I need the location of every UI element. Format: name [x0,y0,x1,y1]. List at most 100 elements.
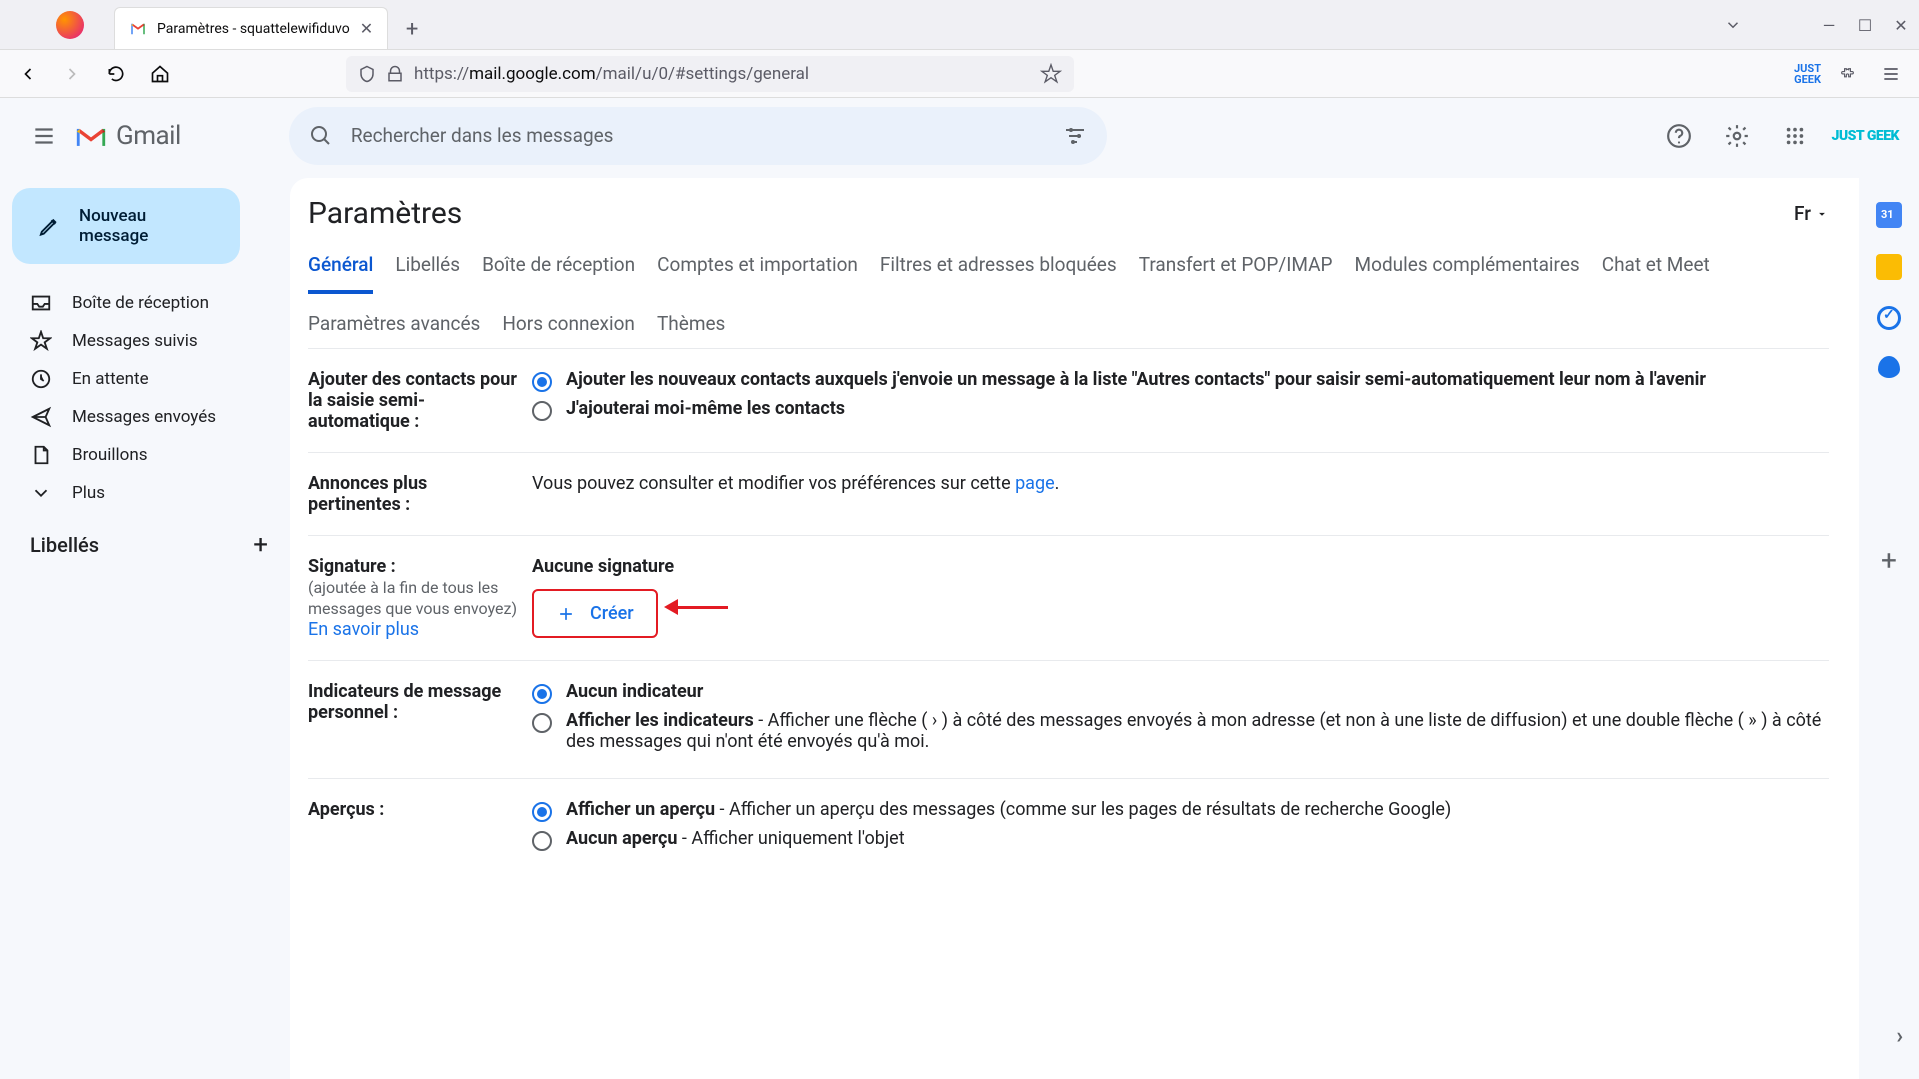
sidebar-item-snoozed[interactable]: En attente [12,360,290,398]
new-tab-button[interactable]: + [396,13,428,45]
bookmark-star-icon[interactable] [1040,63,1062,85]
sidebar-item-starred[interactable]: Messages suivis [12,322,290,360]
tab-title: Paramètres - squattelewifiduvo [157,21,350,37]
search-bar[interactable] [289,107,1107,165]
apps-grid-icon[interactable] [1773,114,1817,158]
hide-panel-button[interactable]: › [1896,1024,1903,1049]
settings-tabs: Général Libellés Boîte de réception Comp… [308,239,1829,349]
radio-manual-contacts[interactable]: J'ajouterai moi-même les contacts [532,398,1829,421]
contacts-addon-icon[interactable] [1878,356,1900,378]
radio-icon [532,713,552,733]
settings-gear-icon[interactable] [1715,114,1759,158]
tab-addons[interactable]: Modules complémentaires [1355,253,1580,294]
side-panel: + [1859,178,1919,1079]
tabs-dropdown-icon[interactable] [1715,7,1751,43]
section-label: Ajouter des contacts pour la saisie semi… [308,369,518,432]
tab-themes[interactable]: Thèmes [657,312,725,349]
radio-auto-add-contacts[interactable]: Ajouter les nouveaux contacts auxquels j… [532,369,1829,392]
compose-button[interactable]: Nouveau message [12,188,240,264]
add-label-button[interactable]: + [253,530,268,560]
tab-inbox[interactable]: Boîte de réception [482,253,635,294]
language-selector[interactable]: Fr [1794,202,1829,225]
url-text: https://mail.google.com/mail/u/0/#settin… [414,64,809,84]
tab-filters[interactable]: Filtres et adresses bloquées [880,253,1117,294]
sidebar-item-more[interactable]: Plus [12,474,290,512]
radio-icon [532,372,552,392]
send-icon [30,406,52,428]
browser-tab[interactable]: Paramètres - squattelewifiduvo ✕ [114,7,388,49]
gmail-logo-icon [74,123,108,149]
pencil-icon [38,214,61,238]
close-tab-icon[interactable]: ✕ [360,19,373,38]
section-label: Signature : (ajoutée à la fin de tous le… [308,556,518,640]
window-close-icon[interactable]: ✕ [1883,7,1919,43]
sidebar-item-sent[interactable]: Messages envoyés [12,398,290,436]
signature-none-label: Aucune signature [532,556,1829,577]
labels-heading: Libellés [30,533,99,557]
sidebar-item-drafts[interactable]: Brouillons [12,436,290,474]
tab-chat[interactable]: Chat et Meet [1602,253,1710,294]
nav-forward-button [54,56,90,92]
chevron-down-icon [30,482,52,504]
star-icon [30,330,52,352]
search-options-icon[interactable] [1063,124,1087,148]
app-menu-icon[interactable] [1873,56,1909,92]
radio-show-indicators[interactable]: Afficher les indicateurs - Afficher une … [532,710,1829,752]
ads-prefs-link[interactable]: page [1015,473,1055,494]
search-icon[interactable] [309,124,333,148]
url-bar[interactable]: https://mail.google.com/mail/u/0/#settin… [346,56,1074,92]
annotation-arrow-icon [668,606,728,609]
inbox-icon [30,292,52,314]
section-signature: Signature : (ajoutée à la fin de tous le… [308,536,1829,661]
browser-toolbar: https://mail.google.com/mail/u/0/#settin… [0,50,1919,98]
nav-reload-button[interactable] [98,56,134,92]
radio-icon [532,831,552,851]
gmail-favicon-icon [129,20,147,38]
tab-general[interactable]: Général [308,253,373,294]
window-minimize-icon[interactable]: — [1811,7,1847,43]
calendar-addon-icon[interactable] [1876,202,1902,228]
account-avatar[interactable]: JUST GEEK [1831,129,1899,143]
radio-icon [532,684,552,704]
radio-icon [532,401,552,421]
radio-show-snippets[interactable]: Afficher un aperçu - Afficher un aperçu … [532,799,1829,822]
tab-accounts[interactable]: Comptes et importation [657,253,858,294]
extension-justgeek-icon[interactable]: JUSTGEEK [1794,63,1821,85]
nav-home-button[interactable] [142,56,178,92]
extensions-icon[interactable] [1829,56,1865,92]
tab-offline[interactable]: Hors connexion [502,312,635,349]
radio-no-snippets[interactable]: Aucun aperçu - Afficher uniquement l'obj… [532,828,1829,851]
tab-advanced[interactable]: Paramètres avancés [308,312,480,349]
learn-more-link[interactable]: En savoir plus [308,619,419,640]
create-signature-button[interactable]: Créer [532,589,658,638]
support-icon[interactable] [1657,114,1701,158]
clock-icon [30,368,52,390]
sidebar: Nouveau message Boîte de réception Messa… [0,108,290,568]
compose-label: Nouveau message [79,206,214,246]
tab-forwarding[interactable]: Transfert et POP/IMAP [1139,253,1333,294]
app-header: Gmail JUST GEEK [0,98,1919,173]
section-contacts-autocomplete: Ajouter des contacts pour la saisie semi… [308,349,1829,453]
nav-back-button[interactable] [10,56,46,92]
sidebar-item-inbox[interactable]: Boîte de réception [12,284,290,322]
lock-icon [386,65,404,83]
keep-addon-icon[interactable] [1876,254,1902,280]
tab-labels[interactable]: Libellés [395,253,460,294]
search-input[interactable] [351,124,1045,147]
chevron-down-icon [1815,207,1829,221]
gmail-logo[interactable]: Gmail [74,121,181,151]
main-menu-button[interactable] [20,112,68,160]
firefox-icon [56,11,84,39]
radio-icon [532,802,552,822]
browser-tab-strip: Paramètres - squattelewifiduvo ✕ + — ☐ ✕ [0,0,1919,50]
section-indicators: Indicateurs de message personnel : Aucun… [308,661,1829,779]
plus-icon [556,604,576,624]
window-maximize-icon[interactable]: ☐ [1847,7,1883,43]
settings-panel: Paramètres Fr Général Libellés Boîte de … [290,178,1859,1079]
tasks-addon-icon[interactable] [1877,306,1901,330]
radio-no-indicators[interactable]: Aucun indicateur [532,681,1829,704]
section-snippets: Aperçus : Afficher un aperçu - Afficher … [308,779,1829,877]
get-addons-button[interactable]: + [1881,544,1897,577]
section-label: Indicateurs de message personnel : [308,681,518,758]
page-title: Paramètres [308,196,462,231]
